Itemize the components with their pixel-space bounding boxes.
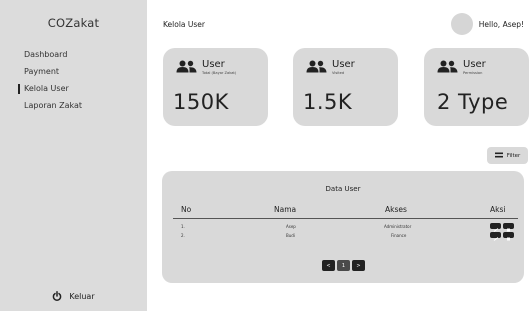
sidebar-nav: Dashboard Payment Kelola User Laporan Za…	[17, 46, 82, 114]
cell-akses: Finance	[391, 233, 407, 238]
next-page-button[interactable]: >	[352, 260, 365, 271]
users-icon	[437, 58, 458, 77]
page-title: Kelola User	[163, 20, 205, 29]
sidebar-item-label: Payment	[24, 67, 60, 76]
logout-label: Keluar	[69, 291, 95, 301]
sidebar-item-label: Kelola User	[24, 84, 69, 93]
card-value: 1.5K	[303, 90, 353, 114]
card-header: User Permission	[437, 58, 486, 77]
column-header-no: No	[181, 205, 192, 214]
row-actions	[490, 232, 514, 241]
card-header: User Total (Bayar Zakat)	[176, 58, 236, 77]
greeting-text: Hello, Asep!	[478, 19, 524, 29]
card-value: 150K	[173, 90, 229, 114]
cell-akses: Administrator	[384, 224, 412, 229]
card-title: User	[202, 59, 225, 70]
card-title: User	[463, 59, 486, 70]
pagination: < 1 >	[322, 260, 365, 271]
avatar[interactable]	[450, 13, 473, 35]
sidebar-item-dashboard[interactable]: Dashboard	[24, 46, 82, 63]
users-icon	[306, 58, 327, 77]
logout-button[interactable]: Keluar	[0, 291, 147, 301]
trash-icon	[506, 226, 511, 245]
brand-logo: COZakat	[47, 16, 100, 30]
data-user-table: Data User No Nama Akses Aksi 1. Asep Adm…	[162, 171, 524, 283]
card-value: 2 Type	[437, 90, 509, 114]
edit-button[interactable]	[490, 232, 501, 241]
card-subtitle: Total (Bayar Zakat)	[202, 71, 237, 75]
sidebar-item-label: Dashboard	[24, 50, 68, 59]
column-header-nama: Nama	[274, 205, 297, 214]
sidebar: COZakat Dashboard Payment Kelola User La…	[0, 0, 147, 311]
current-page-button[interactable]: 1	[337, 260, 350, 271]
sidebar-item-label: Laporan Zakat	[24, 101, 83, 110]
delete-button[interactable]	[503, 232, 514, 240]
menu-icon	[494, 152, 503, 160]
pencil-icon	[493, 226, 499, 245]
stat-card-permission: User Permission 2 Type	[424, 48, 529, 126]
column-header-aksi: Aksi	[490, 205, 506, 214]
column-header-akses: Akses	[385, 205, 407, 214]
sidebar-item-payment[interactable]: Payment	[24, 63, 82, 80]
card-subtitle: Permission	[463, 71, 483, 75]
cell-no: 2.	[181, 233, 185, 238]
cell-no: 1.	[181, 224, 185, 229]
power-icon	[52, 291, 62, 301]
stat-card-total-user: User Total (Bayar Zakat) 150K	[163, 48, 268, 126]
sidebar-item-kelola-user[interactable]: Kelola User	[17, 80, 82, 97]
header-divider	[173, 218, 518, 219]
cell-nama: Asep	[286, 224, 296, 229]
stat-card-visited: User Visited 1.5K	[293, 48, 398, 126]
filter-label: Filter	[506, 152, 521, 159]
users-icon	[176, 58, 197, 77]
table-title: Data User	[325, 185, 361, 193]
cell-nama: Budi	[286, 233, 295, 238]
card-title: User	[332, 59, 355, 70]
card-subtitle: Visited	[332, 71, 345, 75]
filter-button[interactable]: Filter	[487, 147, 528, 164]
prev-page-button[interactable]: <	[322, 260, 335, 271]
sidebar-item-laporan-zakat[interactable]: Laporan Zakat	[24, 97, 82, 114]
user-menu[interactable]: Hello, Asep!	[450, 13, 524, 35]
card-header: User Visited	[306, 58, 355, 77]
